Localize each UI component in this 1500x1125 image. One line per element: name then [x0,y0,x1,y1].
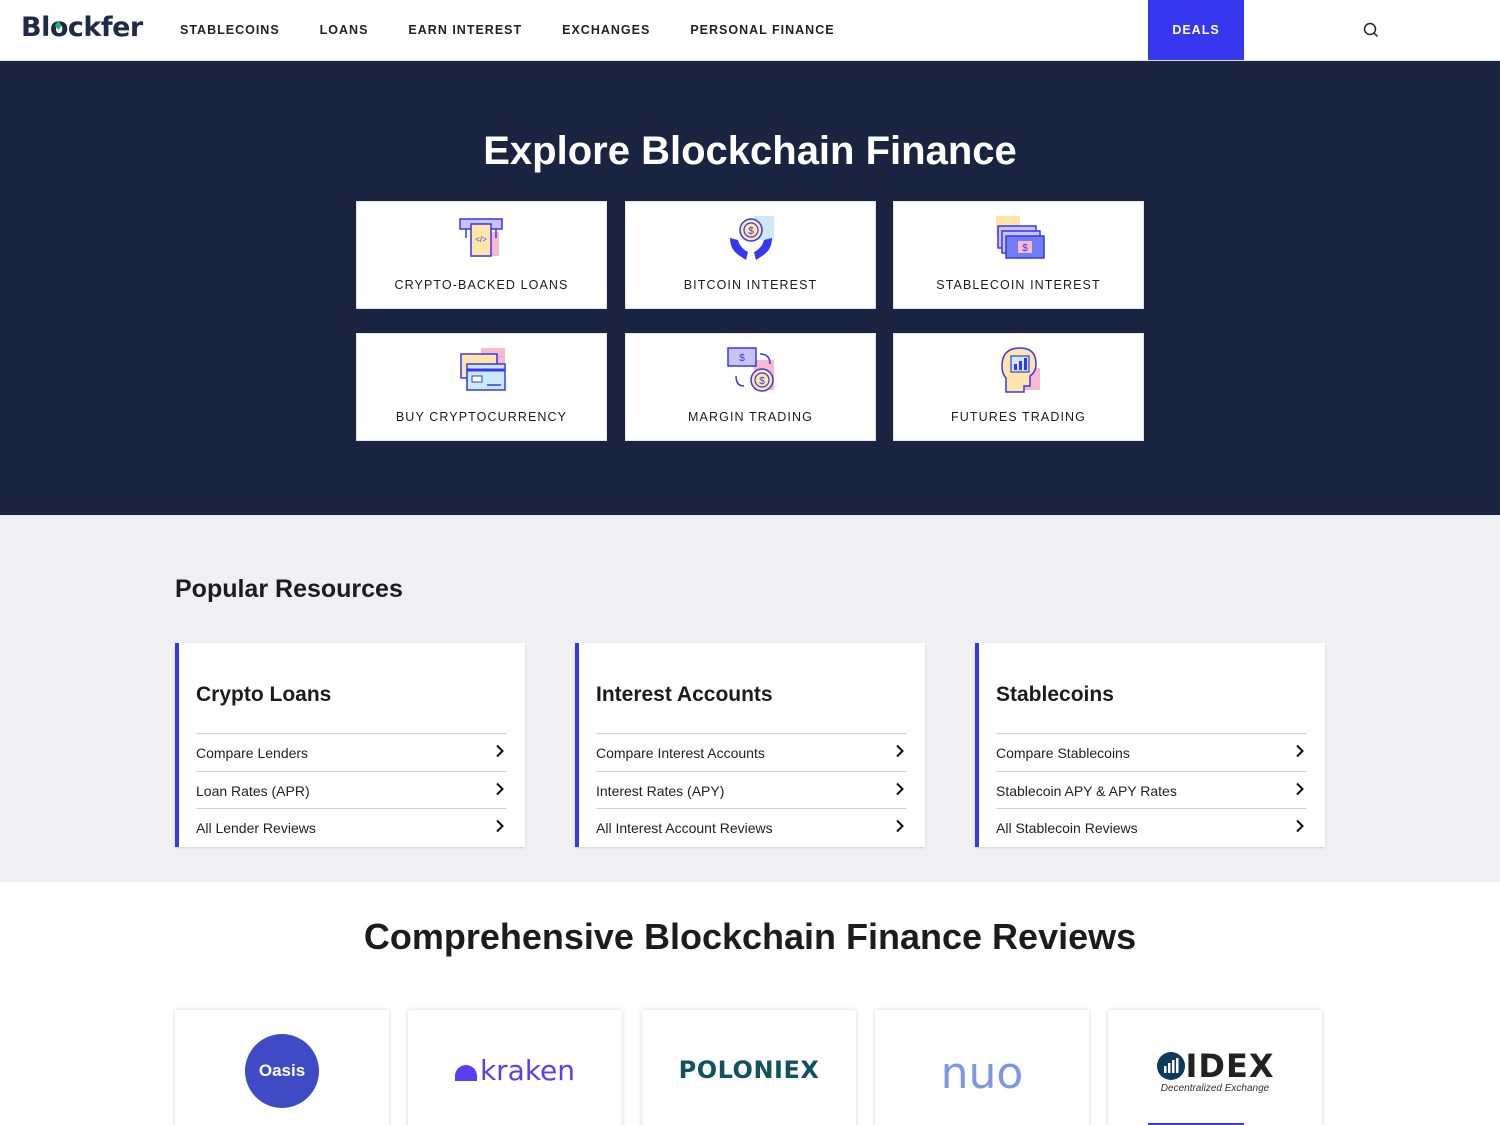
link-label: Interest Rates (APY) [596,782,725,799]
review-card-oasis[interactable]: Oasis [175,1010,389,1125]
chevron-right-icon [1296,819,1304,833]
resource-link[interactable]: Compare Stablecoins [996,734,1306,772]
idex-tagline: Decentralized Exchange [1160,1082,1270,1094]
idex-mark-icon [1156,1051,1185,1080]
link-label: Stablecoin APY & APY Rates [996,782,1177,799]
tile-bitcoin-interest[interactable]: $ BITCOIN INTEREST [625,201,876,309]
reviews-title: Comprehensive Blockchain Finance Reviews [363,916,1137,957]
link-label: All Interest Account Reviews [596,820,773,836]
tile-label: BUY CRYPTOCURRENCY [395,410,568,424]
resource-card-stablecoins: Stablecoins Compare Stablecoins Stableco… [975,643,1325,847]
hands-coin-icon: $ [730,216,774,260]
link-label: Compare Lenders [196,745,309,761]
tile-label: FUTURES TRADING [950,410,1087,424]
hero-title: Explore Blockchain Finance [483,129,1017,173]
svg-text:</>: </> [475,235,487,244]
nuo-logo: nuo [940,1047,1024,1099]
tile-margin-trading[interactable]: $ $ MARGIN TRADING [625,333,876,441]
poloniex-logo: POLONIEX [678,1056,820,1084]
chevron-right-icon [896,744,904,758]
tile-stablecoin-interest[interactable]: $ STABLECOIN INTEREST [893,201,1144,309]
kraken-wordmark: kraken [479,1053,576,1087]
link-label: Loan Rates (APR) [196,782,310,799]
tile-label: BITCOIN INTEREST [683,278,818,292]
svg-text:$: $ [1022,243,1028,254]
section-title: Popular Resources [175,575,403,603]
chevron-right-icon [496,819,504,833]
chevron-right-icon [496,744,504,758]
nav-exchanges[interactable]: EXCHANGES [562,23,650,37]
idex-wordmark: IDEX [1185,1046,1275,1085]
review-card-kraken[interactable]: kraken [408,1010,622,1125]
tile-label: STABLECOIN INTEREST [936,278,1101,292]
chevron-right-icon [896,782,904,795]
resource-link[interactable]: Stablecoin APY & APY Rates [996,772,1306,809]
card-title: Crypto Loans [196,683,332,706]
link-label: All Stablecoin Reviews [996,820,1138,836]
resource-card-crypto-loans: Crypto Loans Compare Lenders Loan Rates … [175,643,525,847]
review-card-poloniex[interactable]: POLONIEX [642,1010,856,1125]
resource-card-interest-accounts: Interest Accounts Compare Interest Accou… [575,643,925,847]
resource-link[interactable]: Compare Lenders [196,734,506,772]
chevron-right-icon [896,819,904,833]
svg-text:$: $ [748,226,754,237]
credit-card-icon [460,348,506,391]
popular-resources-section: Popular Resources Crypto Loans Compare L… [0,515,1500,882]
resource-link[interactable]: All Interest Account Reviews [596,809,906,847]
cash-stack-icon: $ [996,216,1045,259]
resource-link[interactable]: Loan Rates (APR) [196,772,506,809]
nav-loans[interactable]: LOANS [320,23,369,37]
nav-personal-finance[interactable]: PERSONAL FINANCE [690,23,834,37]
resource-link[interactable]: Interest Rates (APY) [596,772,906,809]
idex-logo: IDEX Decentralized Exchange [1156,1047,1275,1094]
tile-buy-cryptocurrency[interactable]: BUY CRYPTOCURRENCY [356,333,607,441]
exchange-icon: $ $ [727,347,774,392]
link-label: Compare Interest Accounts [596,745,765,761]
review-card-idex[interactable]: IDEX Decentralized Exchange [1108,1010,1322,1125]
nav-earn-interest[interactable]: EARN INTEREST [408,23,522,37]
card-link-list: Compare Interest Accounts Interest Rates… [596,733,906,847]
review-card-nuo[interactable]: nuo [875,1010,1089,1125]
nav-stablecoins[interactable]: STABLECOINS [180,23,280,37]
oasis-logo: Oasis [245,1034,319,1108]
tile-label: MARGIN TRADING [688,410,813,424]
svg-text:$: $ [739,353,745,364]
card-title: Stablecoins [996,683,1114,706]
head-chart-icon [1001,347,1040,393]
tile-label: CRYPTO-BACKED LOANS [394,278,569,292]
card-link-list: Compare Lenders Loan Rates (APR) All Len… [196,733,506,847]
kraken-logo: kraken [454,1053,576,1087]
search-icon[interactable] [1362,21,1380,39]
resource-link[interactable]: All Stablecoin Reviews [996,809,1306,847]
tile-futures-trading[interactable]: FUTURES TRADING [893,333,1144,441]
main-menu: STABLECOINS LOANS EARN INTEREST EXCHANGE… [180,0,835,60]
resource-link[interactable]: All Lender Reviews [196,809,506,847]
card-link-list: Compare Stablecoins Stablecoin APY & APY… [996,733,1306,847]
kraken-mark-icon [454,1065,477,1081]
deals-button[interactable]: DEALS [1148,0,1244,60]
link-label: Compare Stablecoins [996,745,1130,761]
tile-crypto-backed-loans[interactable]: </> CRYPTO-BACKED LOANS [356,201,607,309]
svg-text:$: $ [759,376,765,387]
link-label: All Lender Reviews [196,820,316,836]
hero-section: Explore Blockchain Finance </> CRYPTO-BA… [0,61,1500,515]
top-navbar: Blockfer STABLECOINS LOANS EARN INTEREST… [0,0,1500,61]
chevron-right-icon [1296,744,1304,758]
site-logo[interactable]: Blockfer [21,12,143,43]
chevron-right-icon [496,782,504,795]
atm-icon: </> [459,218,503,257]
card-title: Interest Accounts [596,683,773,706]
resource-link[interactable]: Compare Interest Accounts [596,734,906,772]
chevron-right-icon [1296,782,1304,795]
